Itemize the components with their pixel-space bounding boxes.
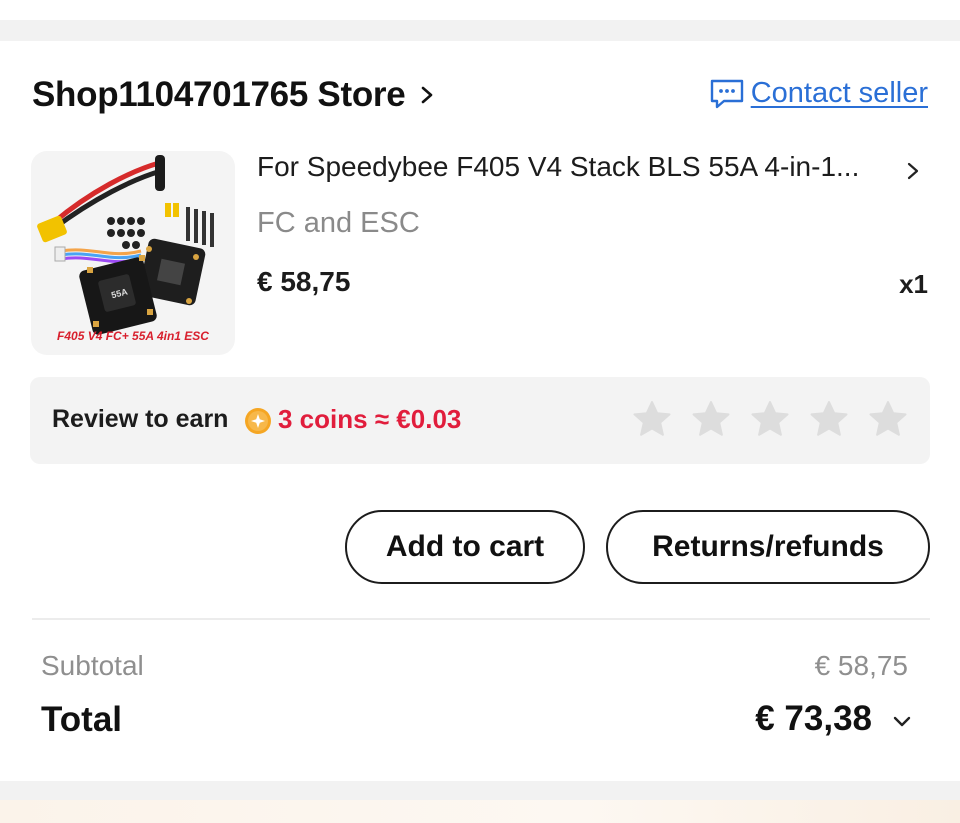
total-label: Total bbox=[41, 700, 123, 739]
subtotal-label: Subtotal bbox=[41, 650, 144, 681]
review-bar: Review to earn 3 coins ≈ €0.03 bbox=[30, 377, 930, 464]
product-quantity: x1 bbox=[899, 269, 928, 299]
store-name: Shop1104701765 Store bbox=[32, 75, 406, 114]
product-title[interactable]: For Speedybee F405 V4 Stack BLS 55A 4-in… bbox=[257, 151, 887, 183]
star-icon[interactable] bbox=[750, 399, 790, 439]
top-strip bbox=[0, 0, 960, 20]
coin-icon bbox=[245, 408, 271, 434]
star-icon[interactable] bbox=[632, 399, 672, 439]
chevron-right-icon[interactable] bbox=[906, 161, 920, 181]
add-to-cart-button[interactable]: Add to cart bbox=[345, 510, 585, 584]
star-icon[interactable] bbox=[809, 399, 849, 439]
total-value[interactable]: € 73,38 bbox=[755, 699, 872, 739]
order-card: Shop1104701765 Store Contact seller 55A … bbox=[0, 41, 960, 781]
review-reward: 3 coins ≈ €0.03 bbox=[278, 404, 462, 434]
product-photo: 55A bbox=[37, 155, 214, 335]
star-icon[interactable] bbox=[868, 399, 908, 439]
product-variant: FC and ESC bbox=[257, 207, 420, 239]
chevron-down-icon[interactable] bbox=[892, 715, 912, 729]
rating-stars bbox=[632, 399, 908, 439]
subtotal-value: € 58,75 bbox=[814, 650, 908, 681]
product-image[interactable]: 55A F405 V4 FC+ 55A 4in1 ESC bbox=[31, 151, 235, 355]
product-price: € 58,75 bbox=[257, 266, 351, 297]
contact-seller-link[interactable]: Contact seller bbox=[709, 77, 928, 110]
chat-icon bbox=[710, 79, 743, 108]
divider bbox=[32, 618, 930, 620]
returns-refunds-button[interactable]: Returns/refunds bbox=[606, 510, 930, 584]
product-image-caption: F405 V4 FC+ 55A 4in1 ESC bbox=[57, 329, 209, 343]
store-header: Shop1104701765 Store Contact seller bbox=[32, 73, 928, 117]
chevron-right-icon bbox=[422, 86, 433, 104]
store-link[interactable]: Shop1104701765 Store bbox=[32, 75, 435, 115]
bottom-strip bbox=[0, 800, 960, 823]
review-label: Review to earn bbox=[52, 405, 229, 433]
star-icon[interactable] bbox=[691, 399, 731, 439]
contact-seller-label: Contact seller bbox=[750, 77, 928, 109]
